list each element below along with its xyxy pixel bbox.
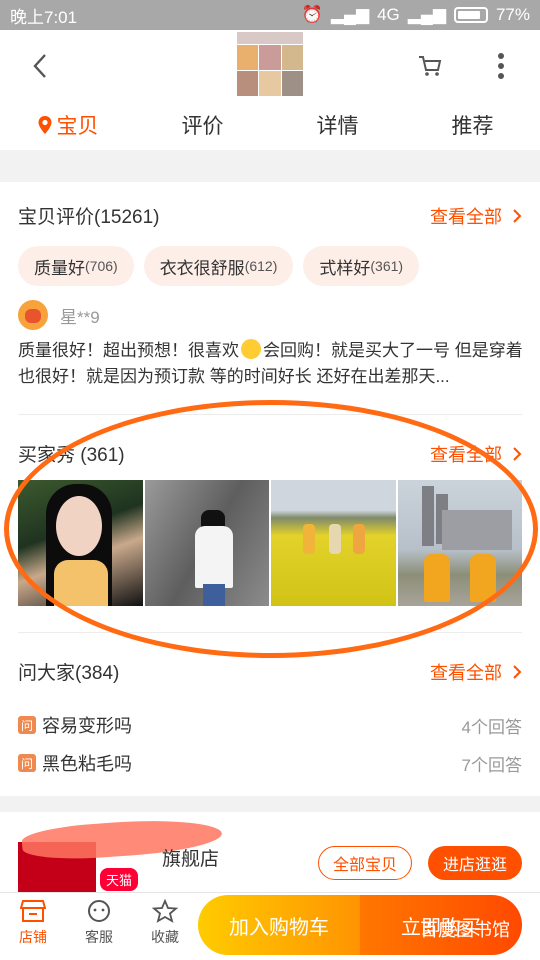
tab-product[interactable]: 宝贝	[0, 108, 135, 142]
service-tab[interactable]: 客服	[74, 899, 124, 947]
question-icon: 问	[18, 716, 36, 734]
status-time: 晚上7:01	[10, 7, 78, 27]
enter-shop-button[interactable]: 进店逛逛	[428, 846, 522, 880]
tab-recommend-label: 推荐	[451, 115, 494, 138]
product-thumbnail[interactable]	[237, 32, 303, 96]
divider	[18, 414, 522, 415]
tab-product-label: 宝贝	[56, 115, 99, 138]
buyer-photo[interactable]	[271, 480, 396, 606]
buyer-photo[interactable]	[144, 480, 269, 606]
buyer-show-see-all-label: 查看全部	[430, 444, 502, 465]
watermark: 百度图书馆	[420, 920, 510, 940]
service-tab-label: 客服	[85, 929, 113, 945]
tmall-badge: 天猫	[100, 868, 139, 891]
customer-service-icon	[88, 900, 110, 922]
reviews-see-all-link[interactable]: 查看全部	[430, 203, 522, 229]
tab-reviews-label: 评价	[181, 115, 224, 138]
buyer-show-header: 买家秀 (361) 查看全部	[18, 440, 522, 467]
buyer-show-see-all-link[interactable]: 查看全部	[430, 441, 522, 467]
signal-icon: ▂▄▆	[330, 5, 370, 24]
favorite-tab[interactable]: 收藏	[140, 899, 190, 947]
qa-header: 问大家(384) 查看全部	[18, 658, 522, 685]
qa-item[interactable]: 问 黑色粘毛吗 7个回答	[18, 750, 522, 776]
shop-name[interactable]: 旗舰店	[162, 844, 219, 871]
question-icon: 问	[18, 754, 36, 772]
review-tag[interactable]: 衣衣很舒服 (612)	[143, 246, 294, 286]
chevron-left-icon	[33, 54, 46, 78]
all-items-button[interactable]: 全部宝贝	[318, 846, 412, 880]
review-text[interactable]: 质量很好！超出预想！很喜欢 会回购！就是买大了一号 但是穿着也很好！就是因为预订款…	[18, 338, 528, 390]
tag-count: (361)	[370, 258, 404, 274]
qa-see-all-label: 查看全部	[430, 662, 502, 683]
reviewer-name: 星**9	[60, 307, 100, 327]
battery-level: 77%	[495, 5, 530, 24]
shop-card: 旗舰店 天猫 全部宝贝 进店逛逛	[0, 812, 540, 892]
network-type: 4G	[377, 5, 400, 24]
qa-see-all-link[interactable]: 查看全部	[430, 659, 522, 685]
buyer-photo[interactable]	[397, 480, 522, 606]
review-tags: 质量好 (706) 衣衣很舒服 (612) 式样好 (361)	[18, 246, 420, 286]
product-header: 宝贝 评价 详情 推荐	[0, 30, 540, 150]
reviews-title: 宝贝评价(15261)	[18, 207, 160, 228]
tag-count: (706)	[85, 258, 118, 274]
qa-answer-count: 7个回答	[461, 755, 522, 775]
tag-count: (612)	[244, 258, 278, 274]
shop-tab-label: 店铺	[19, 929, 47, 945]
signal-icon-2: ▂▄▆	[407, 5, 446, 24]
status-icons: ⏰ ▂▄▆ 4G ▂▄▆ 77%	[302, 5, 530, 25]
reviews-header: 宝贝评价(15261) 查看全部	[18, 202, 522, 229]
reviewer: 星**9	[18, 300, 100, 330]
tab-details[interactable]: 详情	[270, 108, 405, 142]
favorite-tab-label: 收藏	[151, 929, 179, 945]
qa-answer-count: 4个回答	[461, 717, 522, 737]
alarm-icon: ⏰	[301, 5, 323, 24]
location-pin-icon	[38, 116, 51, 134]
section-tabs: 宝贝 评价 详情 推荐	[0, 108, 540, 142]
buyer-show-title: 买家秀 (361)	[18, 445, 125, 466]
divider	[18, 632, 522, 633]
reviews-see-all-label: 查看全部	[430, 206, 502, 227]
review-tag[interactable]: 质量好 (706)	[18, 246, 134, 286]
store-icon	[20, 900, 46, 922]
tag-label: 式样好	[319, 258, 371, 278]
more-vertical-icon	[498, 53, 504, 79]
status-bar: 晚上7:01 ⏰ ▂▄▆ 4G ▂▄▆ 77%	[0, 0, 540, 30]
star-icon	[152, 899, 178, 923]
tab-reviews[interactable]: 评价	[135, 108, 270, 142]
tag-label: 衣衣很舒服	[159, 258, 245, 278]
more-button[interactable]	[486, 48, 516, 84]
qa-title: 问大家(384)	[18, 663, 120, 684]
heart-eyes-emoji-icon	[241, 339, 261, 359]
qa-item[interactable]: 问 容易变形吗 4个回答	[18, 712, 522, 738]
cart-button[interactable]	[412, 48, 448, 84]
back-button[interactable]	[22, 48, 58, 84]
qa-question: 黑色粘毛吗	[42, 754, 132, 774]
chevron-right-icon	[513, 208, 522, 223]
qa-question: 容易变形吗	[42, 716, 132, 736]
review-tag[interactable]: 式样好 (361)	[303, 246, 420, 286]
tab-details-label: 详情	[316, 115, 359, 138]
avatar	[18, 300, 48, 330]
cart-icon	[419, 56, 442, 76]
tab-recommend[interactable]: 推荐	[405, 108, 540, 142]
add-to-cart-button[interactable]: 加入购物车	[198, 895, 360, 955]
reviews-card: 宝贝评价(15261) 查看全部 质量好 (706) 衣衣很舒服 (612) 式样好…	[0, 182, 540, 796]
buyer-photo[interactable]	[18, 480, 143, 606]
chevron-right-icon	[513, 446, 522, 461]
chevron-right-icon	[513, 664, 522, 679]
shop-tab[interactable]: 店铺	[8, 899, 58, 947]
battery-icon	[453, 7, 488, 23]
tag-label: 质量好	[34, 258, 85, 278]
review-text-part1: 质量很好！超出预想！很喜欢	[18, 341, 239, 360]
buyer-show-photos	[18, 480, 522, 606]
